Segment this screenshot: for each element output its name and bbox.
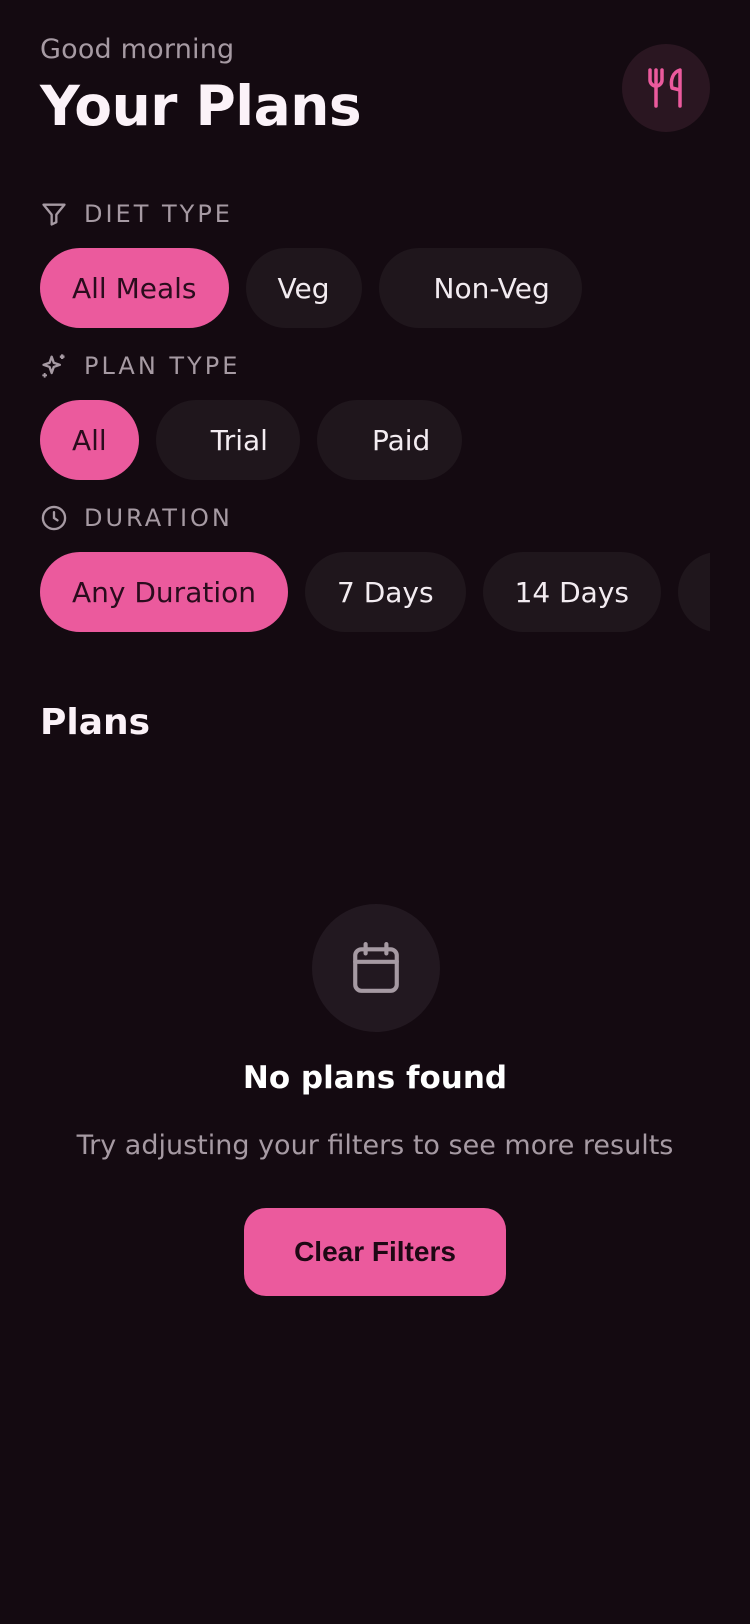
fork-spoon-icon — [648, 68, 682, 108]
sparkle-icon — [42, 354, 65, 378]
chip-all[interactable]: All — [40, 400, 139, 480]
chip-trial[interactable]: Trial — [155, 400, 300, 480]
empty-state-icon-badge — [312, 904, 440, 1032]
plan-type-label: PLAN TYPE — [40, 352, 240, 380]
chip-paid[interactable]: Paid — [316, 400, 463, 480]
chip-non-veg[interactable]: Non-Veg — [378, 248, 582, 328]
chip-30-days[interactable]: 30 — [677, 552, 710, 632]
duration-label: DURATION — [40, 504, 233, 532]
plans-screen: Good morning Your Plans DIET TYPE All Me… — [0, 0, 750, 1624]
duration-label-text: DURATION — [84, 504, 233, 532]
greeting-text: Good morning — [40, 34, 235, 65]
app-logo-badge[interactable] — [622, 44, 710, 132]
chip-any-duration[interactable]: Any Duration — [40, 552, 288, 632]
calendar-icon — [353, 942, 399, 993]
plan-type-label-text: PLAN TYPE — [84, 352, 241, 380]
plans-heading: Plans — [40, 702, 151, 743]
chip-7-days[interactable]: 7 Days — [304, 552, 466, 632]
diet-type-label-text: DIET TYPE — [84, 200, 233, 228]
empty-state-subtitle: Try adjusting your filters to see more r… — [76, 1130, 674, 1161]
empty-state-title: No plans found — [242, 1060, 508, 1096]
chip-all-meals[interactable]: All Meals — [40, 248, 229, 328]
chip-veg[interactable]: Veg — [245, 248, 362, 328]
clock-icon — [41, 505, 67, 531]
diet-type-chips: All Meals Veg Non-Veg — [40, 248, 710, 328]
duration-chips: Any Duration 7 Days 14 Days 30 — [40, 552, 710, 632]
filter-icon — [42, 203, 66, 226]
diet-type-label: DIET TYPE — [40, 200, 233, 228]
clear-filters-button[interactable]: Clear Filters — [244, 1208, 506, 1296]
plan-type-chips: All Trial Paid — [40, 400, 710, 480]
page-title: Your Plans — [40, 74, 362, 138]
chip-14-days[interactable]: 14 Days — [482, 552, 661, 632]
